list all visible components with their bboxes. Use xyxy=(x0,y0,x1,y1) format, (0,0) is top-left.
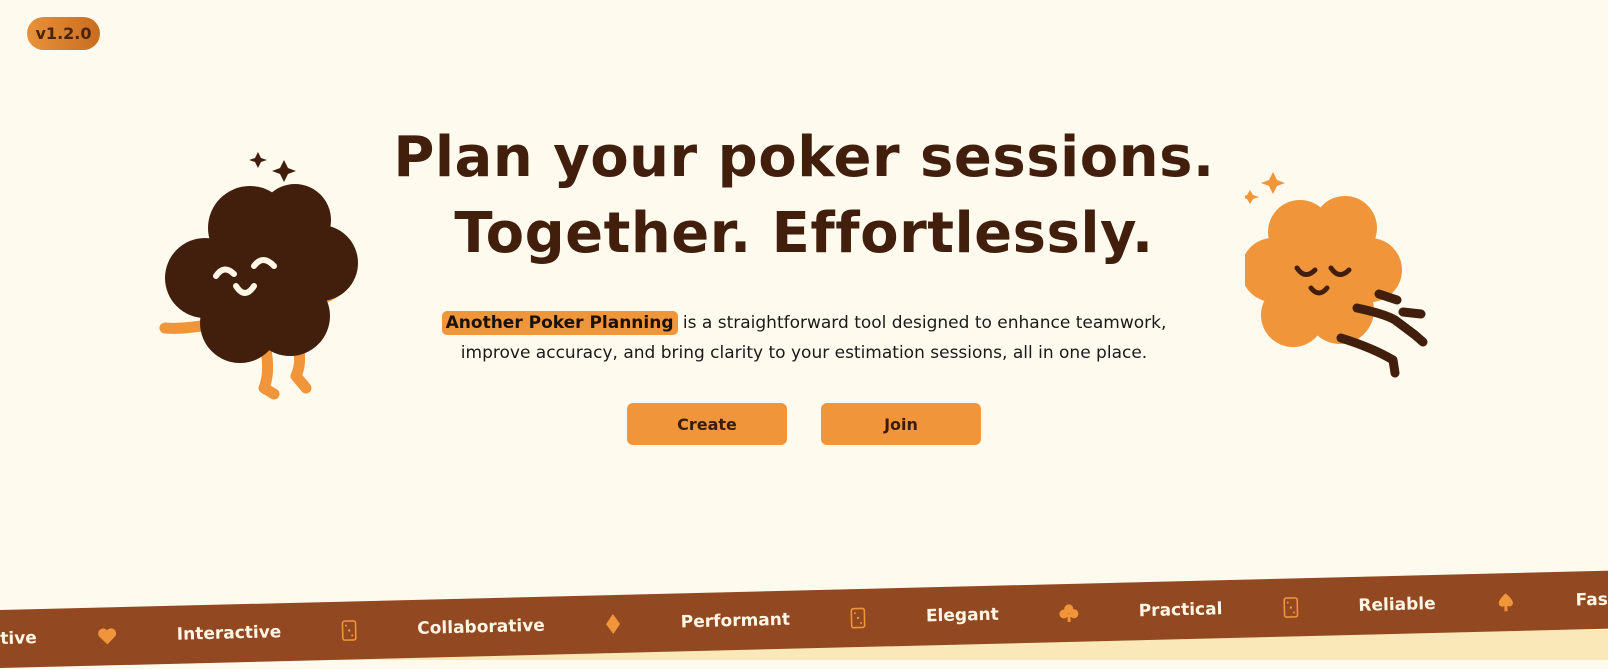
diamond-icon xyxy=(575,612,652,636)
join-button[interactable]: Join xyxy=(821,403,981,445)
hero-line-2: Together. Effortlessly. xyxy=(454,201,1154,266)
ticker-word: Collaborative xyxy=(417,615,546,639)
ticker-word: tive xyxy=(0,628,38,650)
card-icon xyxy=(311,619,388,643)
heart-icon xyxy=(67,626,147,646)
create-button[interactable]: Create xyxy=(627,403,787,445)
hero-line-1: Plan your poker sessions. xyxy=(393,125,1215,190)
card-icon xyxy=(1252,596,1329,620)
version-badge: v1.2.0 xyxy=(27,17,100,50)
ticker-word: Performant xyxy=(680,609,791,633)
ticker-word: Reliable xyxy=(1358,593,1436,616)
ticker-word: Fast xyxy=(1575,589,1608,611)
club-icon xyxy=(1029,602,1109,624)
card-icon xyxy=(820,606,897,630)
ticker-word: Practical xyxy=(1138,599,1223,622)
ticker-word: Interactive xyxy=(176,622,282,645)
hero-description: Another Poker Planning is a straightforw… xyxy=(440,308,1168,368)
ticker-word: Elegant xyxy=(925,604,1000,627)
spade-icon xyxy=(1465,591,1545,613)
app-name-highlight: Another Poker Planning xyxy=(441,311,678,335)
hero-headline: Plan your poker sessions. Together. Effo… xyxy=(0,120,1608,272)
